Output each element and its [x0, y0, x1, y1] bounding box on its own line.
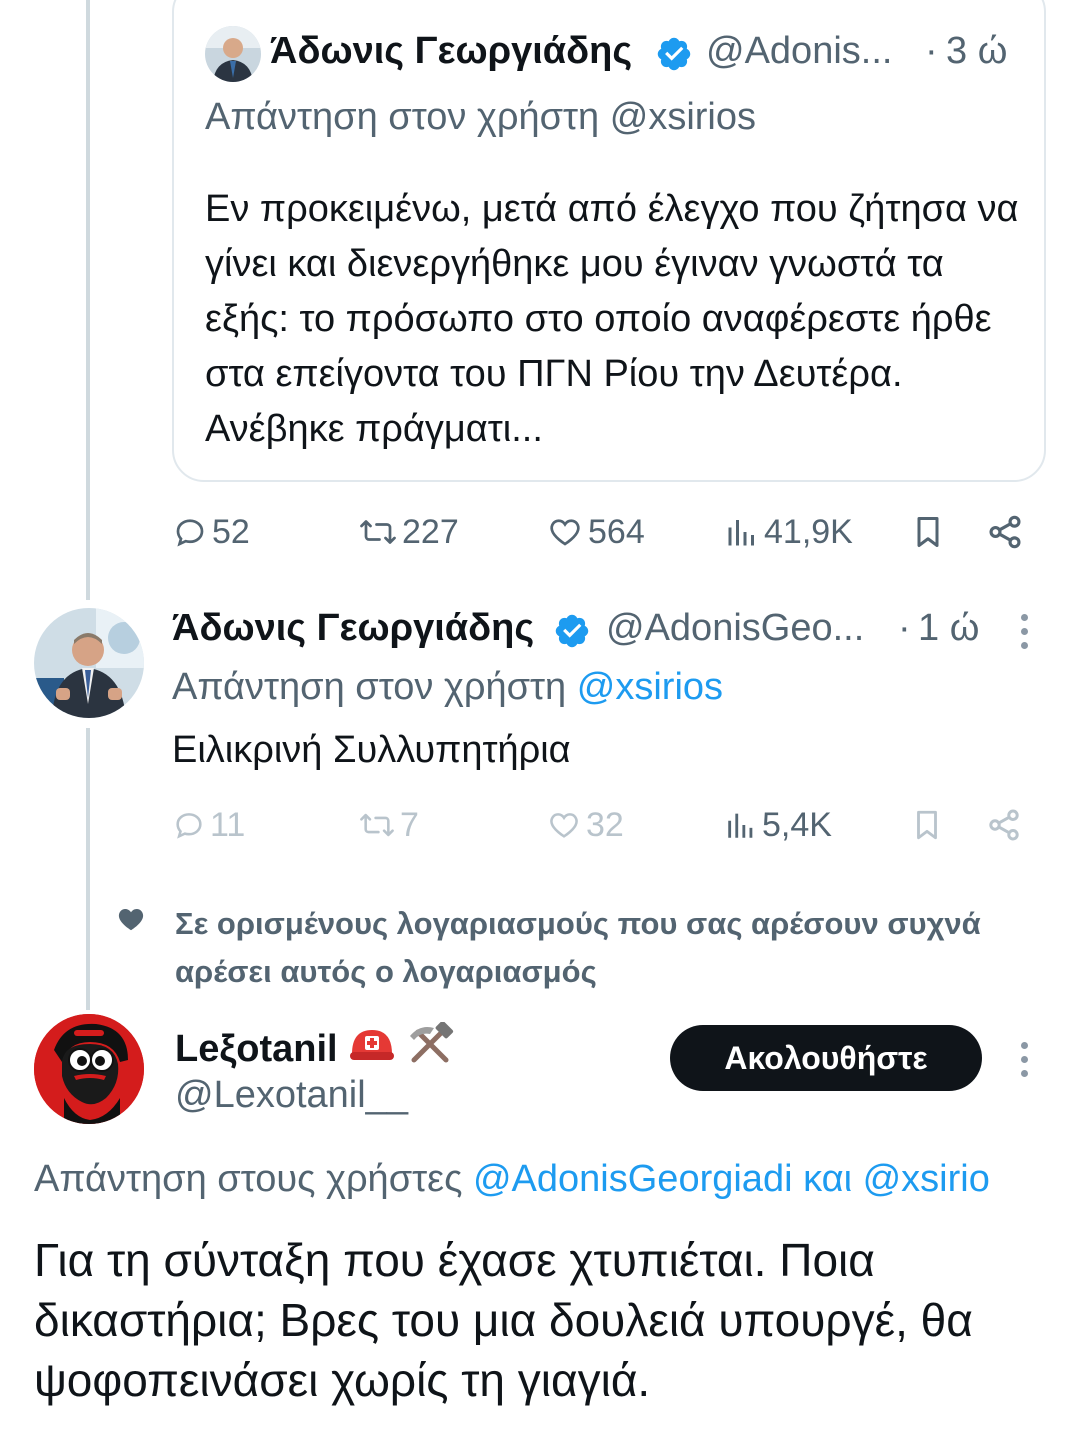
like-count: 32: [586, 805, 624, 844]
more-options-icon[interactable]: [1014, 1040, 1034, 1080]
thread-line-top: [86, 0, 90, 600]
bookmark-icon: [917, 810, 937, 840]
like-button[interactable]: 32: [546, 800, 624, 850]
reply-icon: [176, 519, 204, 547]
views-count: 41,9K: [764, 512, 853, 551]
quoted-author-avatar[interactable]: [205, 26, 261, 82]
repost-button[interactable]: 227: [358, 507, 459, 557]
quoted-timestamp[interactable]: 3 ώ: [946, 30, 1007, 73]
mention-link-2[interactable]: @xsirio: [863, 1158, 990, 1200]
quoted-author-name[interactable]: Άδωνις Γεωργιάδης: [270, 30, 632, 73]
follow-button[interactable]: Ακολουθήστε: [670, 1025, 982, 1091]
repost-icon: [360, 813, 394, 837]
views-count: 5,4K: [762, 805, 832, 844]
views-icon: [728, 813, 753, 838]
reply-action-bar: 11 7 32 5,4K: [172, 800, 1032, 850]
quoted-author-handle[interactable]: @Adonis...: [706, 30, 892, 73]
mention-link-1[interactable]: @AdonisGeorgiadi: [473, 1158, 793, 1200]
third-author-name-text: Leξotanil: [175, 1027, 338, 1070]
separator-dot: ·: [925, 30, 938, 72]
views-button[interactable]: 41,9K: [724, 507, 853, 557]
more-options-icon[interactable]: [1014, 612, 1034, 652]
quoted-tweet-text: Εν προκειμένω, μετά από έλεγχο που ζήτησ…: [205, 188, 1019, 450]
reply-author-avatar[interactable]: [34, 608, 144, 718]
replying-conjunction: και: [803, 1158, 853, 1200]
share-button[interactable]: [986, 507, 1024, 557]
reply-button[interactable]: 11: [172, 800, 245, 850]
replying-to-label: Απάντηση στον χρήστη: [172, 666, 567, 708]
reply-author-name[interactable]: Άδωνις Γεωργιάδης: [172, 607, 534, 650]
heart-icon: [116, 904, 146, 934]
third-author-avatar[interactable]: [34, 1014, 144, 1124]
verified-badge-icon: [655, 35, 693, 73]
bookmark-button[interactable]: [910, 800, 944, 850]
third-author-name[interactable]: Leξotanil: [175, 1020, 455, 1076]
reply-replying-to: Απάντηση στον χρήστη @xsirios: [172, 666, 723, 709]
reply-icon: [176, 813, 202, 839]
heart-icon: [550, 813, 578, 838]
social-context-text: Σε ορισμένους λογαριασμούς που σας αρέσο…: [175, 906, 981, 989]
thread-line-middle: [86, 728, 90, 1010]
separator-dot: ·: [898, 607, 911, 649]
like-count: 564: [588, 512, 645, 551]
bookmark-button[interactable]: [910, 507, 946, 557]
reply-count: 52: [212, 512, 250, 551]
share-icon: [989, 809, 1019, 841]
bookmark-icon: [917, 517, 939, 547]
views-button[interactable]: 5,4K: [724, 800, 832, 850]
hammer-and-pick-icon: [410, 1020, 454, 1063]
reply-timestamp[interactable]: 1 ώ: [918, 607, 979, 650]
repost-button[interactable]: 7: [358, 800, 419, 850]
rescue-helmet-icon: [349, 1030, 394, 1060]
replying-to-label: Απάντηση στους χρήστες: [34, 1158, 463, 1200]
third-replying-to: Απάντηση στους χρήστες @AdonisGeorgiadi …: [34, 1158, 1072, 1201]
share-button[interactable]: [986, 800, 1022, 850]
author-emoji: [348, 1020, 455, 1076]
share-icon: [989, 515, 1021, 549]
mention-link[interactable]: @xsirios: [577, 666, 723, 708]
third-author-handle[interactable]: @Lexotanil__: [175, 1074, 408, 1117]
heart-icon: [550, 519, 580, 546]
like-button[interactable]: 564: [546, 507, 645, 557]
repost-icon: [360, 520, 396, 544]
repost-count: 227: [402, 512, 459, 551]
reply-tweet-text: Ειλικρινή Συλλυπητήρια: [172, 729, 571, 771]
reply-button[interactable]: 52: [172, 507, 250, 557]
views-icon: [728, 520, 754, 546]
quoted-action-bar: 52 227 564 41,9K: [172, 507, 1032, 557]
quoted-replying-to: Απάντηση στον χρήστη @xsirios: [205, 96, 756, 138]
reply-author-handle[interactable]: @AdonisGeo...: [606, 607, 864, 650]
verified-badge-icon: [553, 612, 591, 650]
repost-count: 7: [400, 805, 419, 844]
third-tweet-text: Για τη σύνταξη που έχασε χτυπιέται. Ποια…: [34, 1234, 973, 1406]
reply-count: 11: [210, 805, 246, 844]
